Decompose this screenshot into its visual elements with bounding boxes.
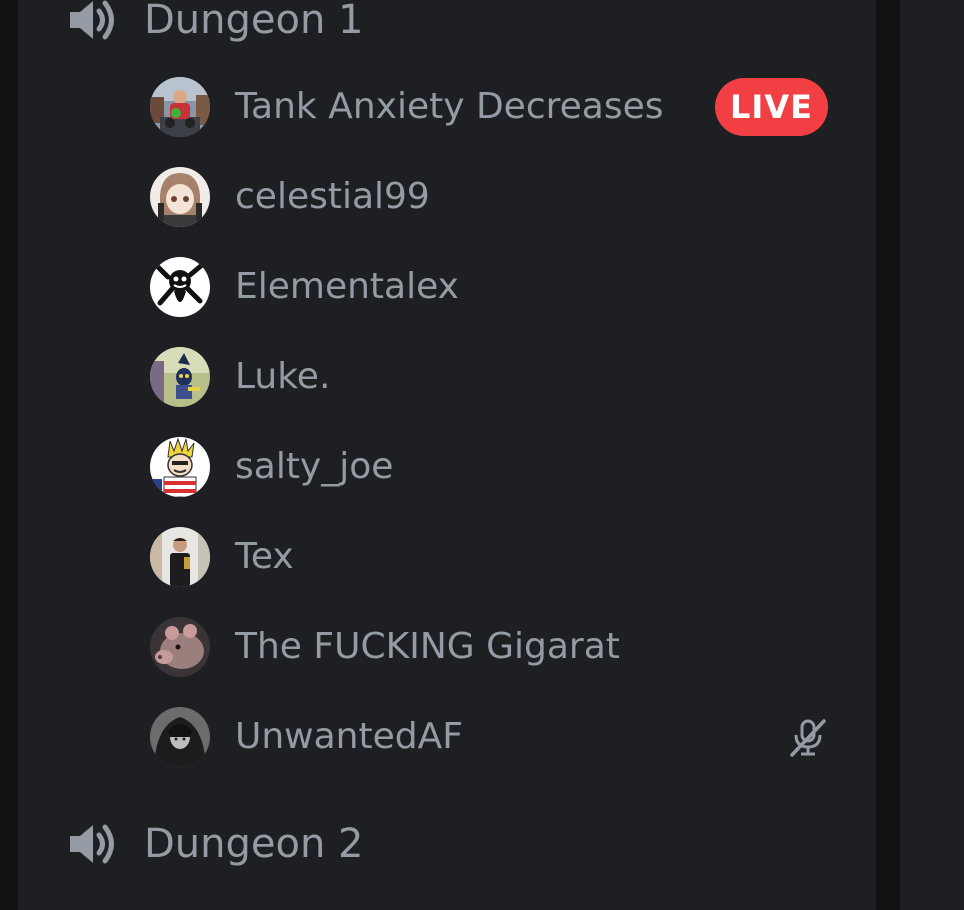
voice-member-elementalex[interactable]: Elementalex <box>150 257 828 317</box>
member-name: Tex <box>235 536 294 577</box>
member-name: Luke. <box>235 356 331 397</box>
voice-member-tex[interactable]: Tex <box>150 527 828 587</box>
voice-member-luke[interactable]: Luke. <box>150 347 828 407</box>
rat-avatar <box>150 617 210 677</box>
right-panel <box>900 0 964 910</box>
member-name: salty_joe <box>235 446 394 487</box>
member-name: Elementalex <box>235 266 459 307</box>
voice-member-tank-anxiety-decreases[interactable]: Tank Anxiety Decreases LIVE <box>150 77 828 137</box>
person-photo-avatar <box>150 527 210 587</box>
member-name: celestial99 <box>235 176 430 217</box>
cartoon-avatar <box>150 437 210 497</box>
speaker-icon <box>70 824 114 864</box>
member-name: Tank Anxiety Decreases <box>235 86 664 127</box>
member-name: UnwantedAF <box>235 716 463 757</box>
voice-member-unwantedaf[interactable]: UnwantedAF <box>150 707 828 767</box>
voice-member-salty-joe[interactable]: salty_joe <box>150 437 828 497</box>
channel-name: Dungeon 2 <box>144 821 364 867</box>
black-white-avatar <box>150 257 210 317</box>
member-name: The FUCKING Gigarat <box>235 626 620 667</box>
channel-name: Dungeon 1 <box>144 0 364 43</box>
anime-girl-avatar <box>150 167 210 227</box>
panel-divider <box>876 0 900 910</box>
voice-channel-dungeon-1[interactable]: Dungeon 1 <box>68 0 364 50</box>
speaker-icon <box>70 0 114 40</box>
left-gutter <box>0 0 18 910</box>
voice-member-celestial99[interactable]: celestial99 <box>150 167 828 227</box>
voice-channel-dungeon-2[interactable]: Dungeon 2 <box>68 814 364 874</box>
voice-member-the-fucking-gigarat[interactable]: The FUCKING Gigarat <box>150 617 828 677</box>
game-character-avatar <box>150 347 210 407</box>
photo-avatar <box>150 77 210 137</box>
dark-hooded-avatar <box>150 707 210 767</box>
microphone-muted-icon <box>790 719 826 757</box>
live-badge[interactable]: LIVE <box>715 78 828 136</box>
